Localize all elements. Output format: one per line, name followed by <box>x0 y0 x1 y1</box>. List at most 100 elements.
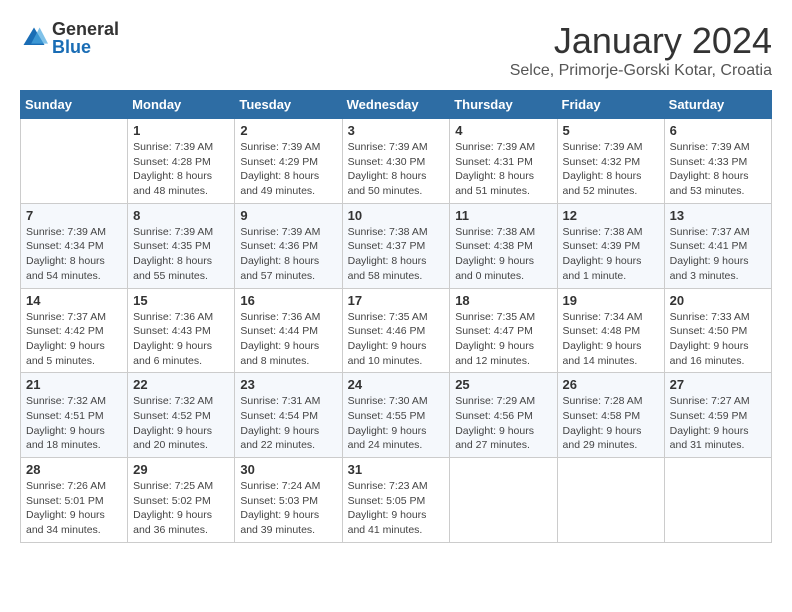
day-number: 20 <box>670 293 766 308</box>
day-number: 19 <box>563 293 659 308</box>
day-number: 9 <box>240 208 336 223</box>
day-info: Sunrise: 7:34 AM Sunset: 4:48 PM Dayligh… <box>563 310 659 369</box>
calendar-header-cell: Thursday <box>450 91 557 119</box>
day-info: Sunrise: 7:26 AM Sunset: 5:01 PM Dayligh… <box>26 479 122 538</box>
day-number: 17 <box>348 293 445 308</box>
calendar-week-row: 21 Sunrise: 7:32 AM Sunset: 4:51 PM Dayli… <box>21 373 772 458</box>
calendar-day-cell: 7Sunrise: 7:39 AM Sunset: 4:34 PM Daylig… <box>21 203 128 288</box>
day-number: 10 <box>348 208 445 223</box>
calendar-day-cell <box>450 458 557 543</box>
day-number: 26 <box>563 377 659 392</box>
calendar-day-cell: 10 Sunrise: 7:38 AM Sunset: 4:37 PM Dayli… <box>342 203 450 288</box>
calendar-day-cell: 19 Sunrise: 7:34 AM Sunset: 4:48 PM Dayli… <box>557 288 664 373</box>
calendar-day-cell <box>557 458 664 543</box>
day-info: Sunrise: 7:33 AM Sunset: 4:50 PM Dayligh… <box>670 310 766 369</box>
title-month: January 2024 <box>510 20 772 62</box>
calendar-table: SundayMondayTuesdayWednesdayThursdayFrid… <box>20 90 772 543</box>
day-number: 8 <box>133 208 229 223</box>
calendar-header-cell: Friday <box>557 91 664 119</box>
calendar-header-cell: Sunday <box>21 91 128 119</box>
calendar-day-cell: 6 Sunrise: 7:39 AM Sunset: 4:33 PM Daylig… <box>664 119 771 204</box>
calendar-day-cell: 8 Sunrise: 7:39 AM Sunset: 4:35 PM Daylig… <box>128 203 235 288</box>
day-number: 6 <box>670 123 766 138</box>
day-info: Sunrise: 7:24 AM Sunset: 5:03 PM Dayligh… <box>240 479 336 538</box>
calendar-week-row: 14 Sunrise: 7:37 AM Sunset: 4:42 PM Dayli… <box>21 288 772 373</box>
calendar-day-cell: 27Sunrise: 7:27 AM Sunset: 4:59 PM Dayli… <box>664 373 771 458</box>
calendar-day-cell: 5Sunrise: 7:39 AM Sunset: 4:32 PM Daylig… <box>557 119 664 204</box>
day-info: Sunrise: 7:38 AM Sunset: 4:39 PM Dayligh… <box>563 225 659 284</box>
calendar-header-cell: Monday <box>128 91 235 119</box>
calendar-day-cell: 4 Sunrise: 7:39 AM Sunset: 4:31 PM Daylig… <box>450 119 557 204</box>
day-info: Sunrise: 7:39 AM Sunset: 4:35 PM Dayligh… <box>133 225 229 284</box>
page-header: General Blue January 2024 Selce, Primorj… <box>20 20 772 80</box>
calendar-day-cell: 30 Sunrise: 7:24 AM Sunset: 5:03 PM Dayli… <box>235 458 342 543</box>
calendar-day-cell: 24 Sunrise: 7:30 AM Sunset: 4:55 PM Dayli… <box>342 373 450 458</box>
calendar-day-cell: 20 Sunrise: 7:33 AM Sunset: 4:50 PM Dayli… <box>664 288 771 373</box>
day-number: 15 <box>133 293 229 308</box>
day-number: 7 <box>26 208 122 223</box>
day-info: Sunrise: 7:39 AM Sunset: 4:31 PM Dayligh… <box>455 140 551 199</box>
calendar-week-row: 28 Sunrise: 7:26 AM Sunset: 5:01 PM Dayli… <box>21 458 772 543</box>
day-info: Sunrise: 7:39 AM Sunset: 4:28 PM Dayligh… <box>133 140 229 199</box>
calendar-day-cell: 23Sunrise: 7:31 AM Sunset: 4:54 PM Dayli… <box>235 373 342 458</box>
day-number: 1 <box>133 123 229 138</box>
day-info: Sunrise: 7:35 AM Sunset: 4:46 PM Dayligh… <box>348 310 445 369</box>
day-number: 21 <box>26 377 122 392</box>
calendar-day-cell: 1 Sunrise: 7:39 AM Sunset: 4:28 PM Daylig… <box>128 119 235 204</box>
calendar-day-cell <box>664 458 771 543</box>
day-info: Sunrise: 7:39 AM Sunset: 4:32 PM Dayligh… <box>563 140 659 199</box>
day-info: Sunrise: 7:39 AM Sunset: 4:33 PM Dayligh… <box>670 140 766 199</box>
calendar-day-cell: 28 Sunrise: 7:26 AM Sunset: 5:01 PM Dayli… <box>21 458 128 543</box>
day-info: Sunrise: 7:32 AM Sunset: 4:51 PM Dayligh… <box>26 394 122 453</box>
day-number: 4 <box>455 123 551 138</box>
logo: General Blue <box>20 20 119 56</box>
day-info: Sunrise: 7:37 AM Sunset: 4:42 PM Dayligh… <box>26 310 122 369</box>
calendar-day-cell: 18Sunrise: 7:35 AM Sunset: 4:47 PM Dayli… <box>450 288 557 373</box>
calendar-day-cell: 15 Sunrise: 7:36 AM Sunset: 4:43 PM Dayli… <box>128 288 235 373</box>
calendar-day-cell: 29 Sunrise: 7:25 AM Sunset: 5:02 PM Dayli… <box>128 458 235 543</box>
calendar-day-cell: 25Sunrise: 7:29 AM Sunset: 4:56 PM Dayli… <box>450 373 557 458</box>
day-info: Sunrise: 7:38 AM Sunset: 4:37 PM Dayligh… <box>348 225 445 284</box>
day-number: 27 <box>670 377 766 392</box>
day-info: Sunrise: 7:32 AM Sunset: 4:52 PM Dayligh… <box>133 394 229 453</box>
calendar-day-cell: 26Sunrise: 7:28 AM Sunset: 4:58 PM Dayli… <box>557 373 664 458</box>
day-info: Sunrise: 7:38 AM Sunset: 4:38 PM Dayligh… <box>455 225 551 284</box>
day-info: Sunrise: 7:39 AM Sunset: 4:29 PM Dayligh… <box>240 140 336 199</box>
calendar-day-cell: 3Sunrise: 7:39 AM Sunset: 4:30 PM Daylig… <box>342 119 450 204</box>
day-info: Sunrise: 7:39 AM Sunset: 4:30 PM Dayligh… <box>348 140 445 199</box>
day-info: Sunrise: 7:30 AM Sunset: 4:55 PM Dayligh… <box>348 394 445 453</box>
day-number: 30 <box>240 462 336 477</box>
day-number: 13 <box>670 208 766 223</box>
title-area: January 2024 Selce, Primorje-Gorski Kota… <box>510 20 772 80</box>
calendar-header-row: SundayMondayTuesdayWednesdayThursdayFrid… <box>21 91 772 119</box>
day-info: Sunrise: 7:35 AM Sunset: 4:47 PM Dayligh… <box>455 310 551 369</box>
title-location: Selce, Primorje-Gorski Kotar, Croatia <box>510 62 772 80</box>
calendar-day-cell: 2 Sunrise: 7:39 AM Sunset: 4:29 PM Daylig… <box>235 119 342 204</box>
day-info: Sunrise: 7:25 AM Sunset: 5:02 PM Dayligh… <box>133 479 229 538</box>
calendar-week-row: 1 Sunrise: 7:39 AM Sunset: 4:28 PM Daylig… <box>21 119 772 204</box>
calendar-day-cell: 31 Sunrise: 7:23 AM Sunset: 5:05 PM Dayli… <box>342 458 450 543</box>
day-number: 11 <box>455 208 551 223</box>
day-number: 29 <box>133 462 229 477</box>
day-info: Sunrise: 7:23 AM Sunset: 5:05 PM Dayligh… <box>348 479 445 538</box>
calendar-header-cell: Tuesday <box>235 91 342 119</box>
calendar-day-cell: 9 Sunrise: 7:39 AM Sunset: 4:36 PM Daylig… <box>235 203 342 288</box>
day-number: 28 <box>26 462 122 477</box>
logo-blue: Blue <box>52 38 119 56</box>
calendar-week-row: 7Sunrise: 7:39 AM Sunset: 4:34 PM Daylig… <box>21 203 772 288</box>
day-number: 24 <box>348 377 445 392</box>
calendar-day-cell: 22Sunrise: 7:32 AM Sunset: 4:52 PM Dayli… <box>128 373 235 458</box>
day-number: 16 <box>240 293 336 308</box>
calendar-header-cell: Saturday <box>664 91 771 119</box>
day-number: 14 <box>26 293 122 308</box>
logo-general: General <box>52 20 119 38</box>
day-info: Sunrise: 7:39 AM Sunset: 4:36 PM Dayligh… <box>240 225 336 284</box>
calendar-day-cell: 13Sunrise: 7:37 AM Sunset: 4:41 PM Dayli… <box>664 203 771 288</box>
day-info: Sunrise: 7:36 AM Sunset: 4:43 PM Dayligh… <box>133 310 229 369</box>
day-number: 31 <box>348 462 445 477</box>
calendar-body: 1 Sunrise: 7:39 AM Sunset: 4:28 PM Daylig… <box>21 119 772 543</box>
logo-icon <box>20 24 48 52</box>
day-number: 2 <box>240 123 336 138</box>
logo-text: General Blue <box>52 20 119 56</box>
calendar-header-cell: Wednesday <box>342 91 450 119</box>
